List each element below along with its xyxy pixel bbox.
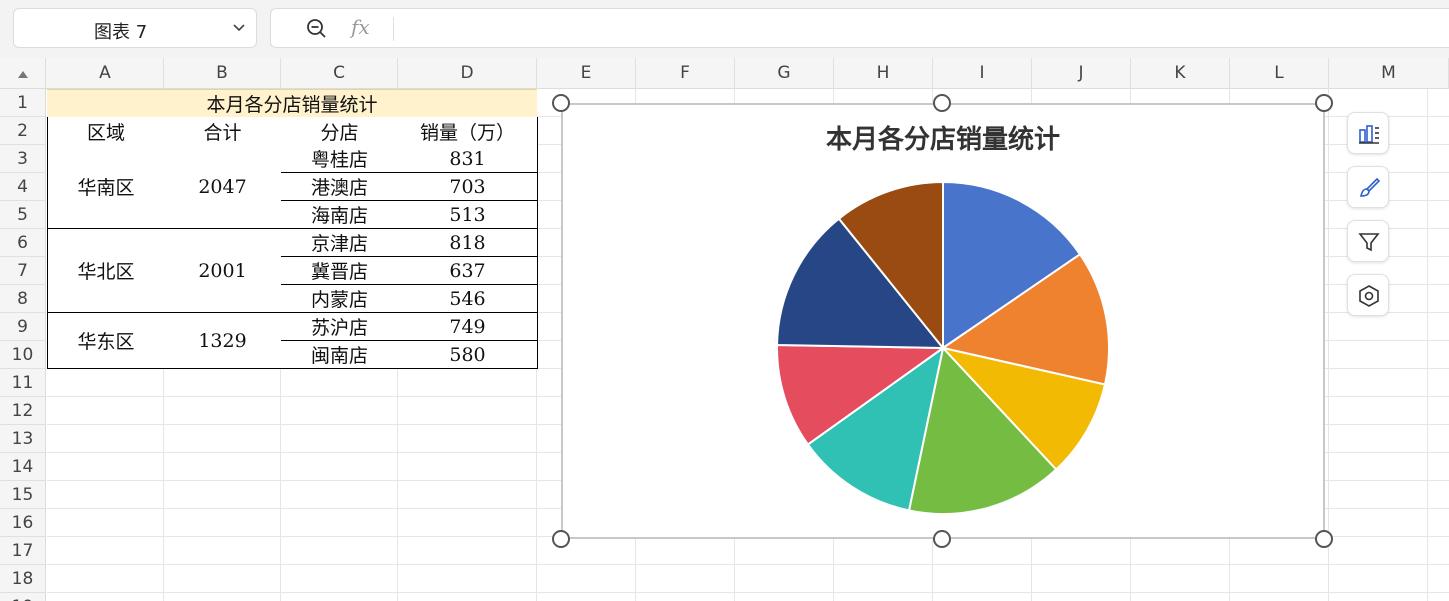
chart-filter-icon <box>1358 233 1380 252</box>
header-cell[interactable]: 合计 <box>164 117 282 146</box>
sales-cell[interactable]: 831 <box>398 145 538 173</box>
sales-cell[interactable]: 818 <box>398 229 538 257</box>
store-cell[interactable]: 苏沪店 <box>281 313 399 341</box>
resize-handle-top-left[interactable] <box>552 94 570 112</box>
header-cell[interactable]: 分店 <box>281 117 399 146</box>
chart-style-button[interactable] <box>1347 166 1389 208</box>
name-box[interactable]: 图表 7 <box>13 8 257 48</box>
column-header-m[interactable]: M <box>1329 58 1449 89</box>
store-cell[interactable]: 港澳店 <box>281 173 399 201</box>
row-header-17[interactable]: 17 <box>0 537 45 565</box>
formula-bar[interactable]: fx <box>270 8 1449 48</box>
pie-chart-svg <box>776 180 1110 515</box>
zoom-out-icon[interactable] <box>305 17 329 41</box>
row-header-13[interactable]: 13 <box>0 425 45 453</box>
row-header-16[interactable]: 16 <box>0 509 45 537</box>
store-cell[interactable]: 内蒙店 <box>281 285 399 313</box>
table-title-cell[interactable]: 本月各分店销量统计 <box>47 89 537 118</box>
column-header-c[interactable]: C <box>281 58 398 89</box>
row-header-19[interactable]: 19 <box>0 593 45 601</box>
column-header-j[interactable]: J <box>1032 58 1131 89</box>
chart-elements-button[interactable] <box>1347 112 1389 154</box>
sales-cell[interactable]: 749 <box>398 313 538 341</box>
row-header-8[interactable]: 8 <box>0 285 45 313</box>
column-header-e[interactable]: E <box>537 58 636 89</box>
region-cell[interactable]: 华南区 <box>47 145 165 229</box>
grid-column-line <box>1427 89 1428 601</box>
chevron-down-icon[interactable] <box>232 21 246 35</box>
row-header-3[interactable]: 3 <box>0 145 45 173</box>
column-header-l[interactable]: L <box>1230 58 1329 89</box>
row-header-1[interactable]: 1 <box>0 89 45 117</box>
column-header-g[interactable]: G <box>735 58 834 89</box>
column-header-a[interactable]: A <box>47 58 164 89</box>
resize-handle-bottom-right[interactable] <box>1315 530 1333 548</box>
resize-handle-top-right[interactable] <box>1315 94 1333 112</box>
column-header-d[interactable]: D <box>398 58 537 89</box>
total-cell[interactable]: 1329 <box>164 313 282 369</box>
select-all-icon <box>18 71 28 78</box>
row-header-6[interactable]: 6 <box>0 229 45 257</box>
chart-title[interactable]: 本月各分店销量统计 <box>563 119 1323 156</box>
row-header-12[interactable]: 12 <box>0 397 45 425</box>
row-header-14[interactable]: 14 <box>0 453 45 481</box>
sales-cell[interactable]: 703 <box>398 173 538 201</box>
sales-cell[interactable]: 637 <box>398 257 538 285</box>
row-header-4[interactable]: 4 <box>0 173 45 201</box>
store-cell[interactable]: 京津店 <box>281 229 399 257</box>
sales-cell[interactable]: 580 <box>398 341 538 369</box>
column-header-h[interactable]: H <box>834 58 933 89</box>
column-headers: ABCDEFGHIJKLM <box>0 58 1449 89</box>
resize-handle-bottom[interactable] <box>933 530 951 548</box>
header-cell[interactable]: 区域 <box>47 117 165 146</box>
chart-style-icon <box>1359 177 1381 197</box>
row-header-9[interactable]: 9 <box>0 313 45 341</box>
row-header-11[interactable]: 11 <box>0 369 45 397</box>
region-cell[interactable]: 华北区 <box>47 229 165 313</box>
column-header-b[interactable]: B <box>164 58 281 89</box>
column-header-k[interactable]: K <box>1131 58 1230 89</box>
chart-elements-icon <box>1359 125 1379 144</box>
resize-handle-bottom-left[interactable] <box>552 530 570 548</box>
region-cell[interactable]: 华东区 <box>47 313 165 369</box>
grid-row-line <box>47 564 1449 565</box>
formula-bar-divider <box>393 17 394 41</box>
name-box-value: 图表 7 <box>94 22 148 43</box>
grid-row-line <box>47 592 1449 593</box>
select-all-corner[interactable] <box>0 58 46 89</box>
row-header-15[interactable]: 15 <box>0 481 45 509</box>
sales-cell[interactable]: 546 <box>398 285 538 313</box>
resize-handle-top[interactable] <box>933 94 951 112</box>
column-header-f[interactable]: F <box>636 58 735 89</box>
top-toolbar: 图表 7 fx <box>0 0 1449 58</box>
row-header-18[interactable]: 18 <box>0 565 45 593</box>
chart-filter-button[interactable] <box>1347 220 1389 262</box>
fx-icon[interactable]: fx <box>351 15 370 39</box>
chart-settings-button[interactable] <box>1347 274 1389 316</box>
column-header-i[interactable]: I <box>933 58 1032 89</box>
row-header-10[interactable]: 10 <box>0 341 45 369</box>
store-cell[interactable]: 闽南店 <box>281 341 399 369</box>
sales-cell[interactable]: 513 <box>398 201 538 229</box>
row-header-5[interactable]: 5 <box>0 201 45 229</box>
store-cell[interactable]: 冀晋店 <box>281 257 399 285</box>
total-cell[interactable]: 2001 <box>164 229 282 313</box>
row-headers: 12345678910111213141516171819 <box>0 89 46 601</box>
grid-column-line <box>1328 89 1329 601</box>
total-cell[interactable]: 2047 <box>164 145 282 229</box>
row-header-2[interactable]: 2 <box>0 117 45 145</box>
store-cell[interactable]: 海南店 <box>281 201 399 229</box>
pie-chart[interactable]: 本月各分店销量统计 <box>561 103 1325 539</box>
chart-settings-icon <box>1359 285 1379 307</box>
row-header-7[interactable]: 7 <box>0 257 45 285</box>
header-cell[interactable]: 销量（万） <box>398 117 538 146</box>
store-cell[interactable]: 粤桂店 <box>281 145 399 173</box>
